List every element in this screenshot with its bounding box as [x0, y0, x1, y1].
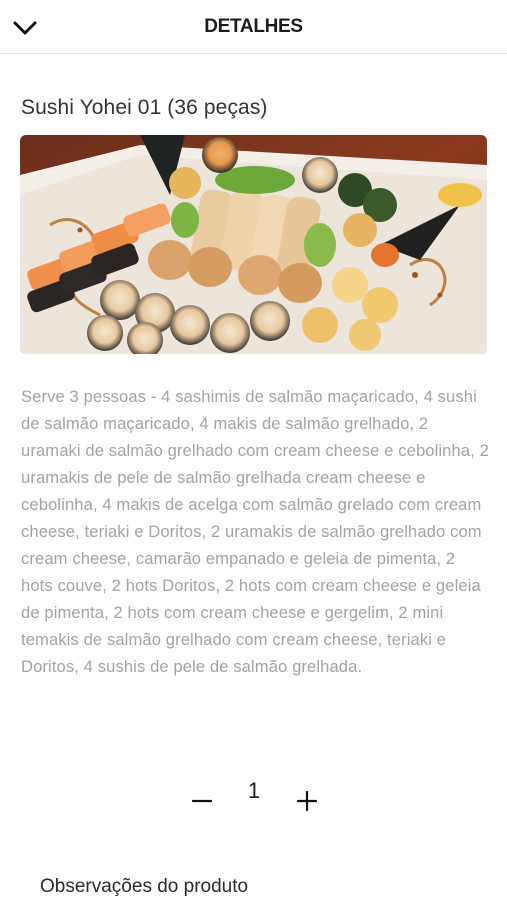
product-notes-label: Observações do produto [40, 876, 249, 897]
product-title: Sushi Yohei 01 (36 peças) [21, 96, 268, 119]
product-image [20, 135, 487, 354]
header: DETALHES [0, 0, 507, 54]
page-title: DETALHES [204, 16, 303, 37]
increase-quantity-button[interactable] [292, 784, 322, 814]
plus-icon [296, 790, 318, 812]
decrease-quantity-button[interactable] [187, 784, 217, 814]
product-description: Serve 3 pessoas - 4 sashimis de salmão m… [21, 387, 489, 676]
minus-icon [191, 799, 213, 803]
quantity-stepper: 1 [0, 776, 507, 820]
quantity-value: 1 [247, 778, 261, 803]
